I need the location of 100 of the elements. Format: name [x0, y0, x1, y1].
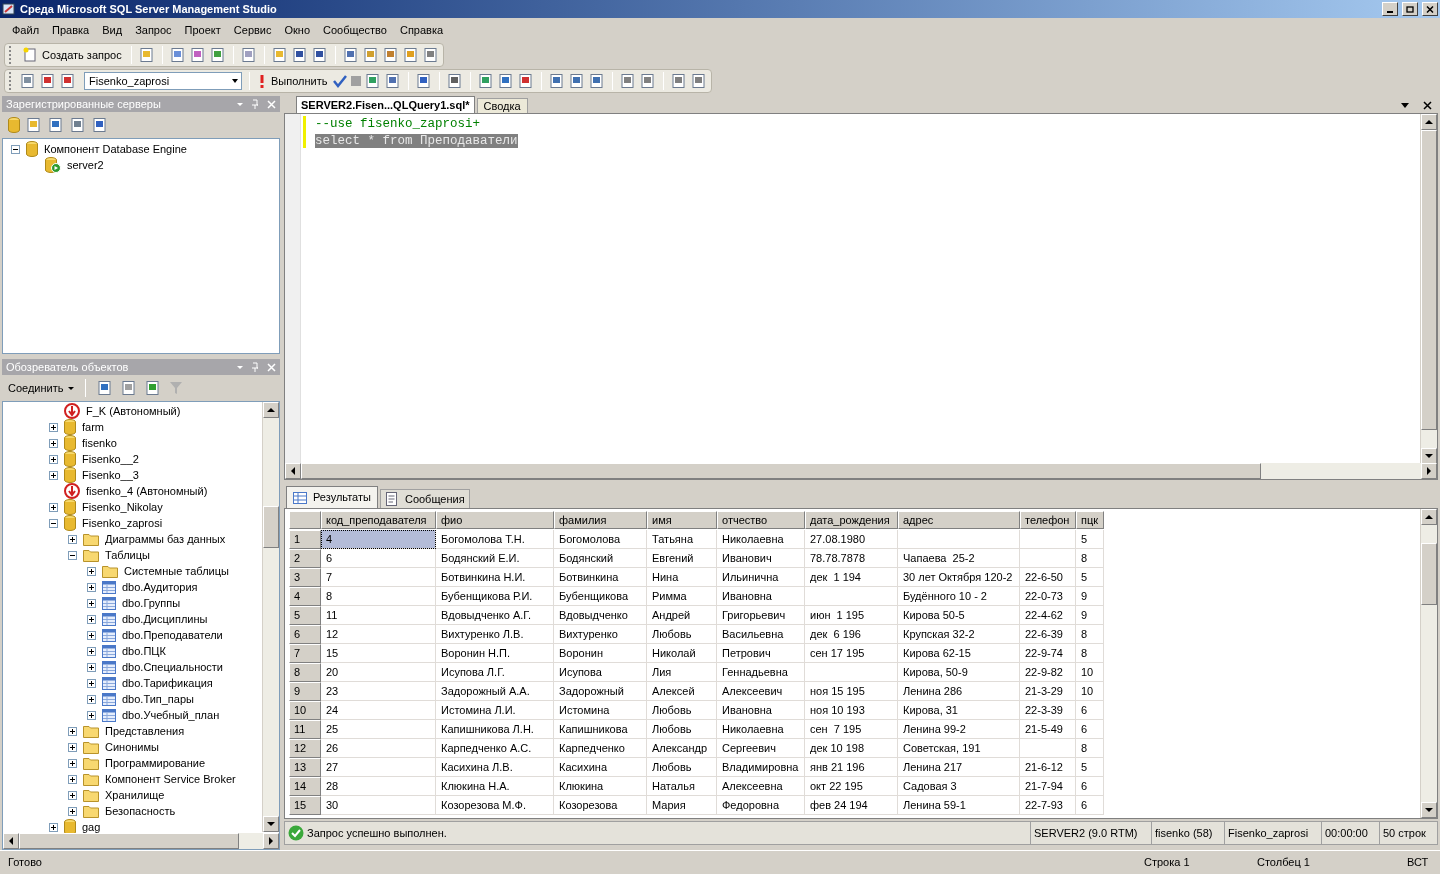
- tree-item[interactable]: dbo.Учебный_план: [122, 707, 220, 723]
- row-number[interactable]: 11: [289, 720, 321, 739]
- table-cell: 21-6-12: [1020, 758, 1076, 777]
- row-number[interactable]: 10: [289, 701, 321, 720]
- menu-item[interactable]: Правка: [46, 21, 96, 39]
- menu-item[interactable]: Файл: [6, 21, 46, 39]
- tree-item[interactable]: Диаграммы баз данных: [105, 531, 226, 547]
- table-cell: Любовь: [647, 701, 717, 720]
- menu-item[interactable]: Окно: [278, 21, 317, 39]
- column-header[interactable]: имя: [647, 511, 717, 529]
- tree-item[interactable]: dbo.Тип_пары: [122, 691, 194, 707]
- table-cell: 6: [1076, 701, 1104, 720]
- tree-item[interactable]: Системные таблицы: [124, 563, 229, 579]
- menu-item[interactable]: Вид: [96, 21, 129, 39]
- document-tab[interactable]: Сводка: [476, 98, 528, 113]
- database-name: Fisenko_zaprosi: [1224, 822, 1321, 844]
- tree-item[interactable]: gag: [82, 819, 101, 833]
- table-cell: Ботвинкина: [554, 568, 647, 587]
- tree-item[interactable]: Безопасность: [105, 803, 176, 819]
- tree-item[interactable]: dbo.Аудитория: [122, 579, 198, 595]
- row-number[interactable]: 4: [289, 587, 321, 606]
- table-cell: 30 лет Октября 120-2: [898, 568, 1020, 587]
- tree-item[interactable]: Хранилище: [105, 787, 165, 803]
- results-tab[interactable]: Результаты: [286, 486, 378, 508]
- table-cell: Александр: [647, 739, 717, 758]
- table-cell: 78.78.7878: [805, 549, 898, 568]
- row-number[interactable]: 14: [289, 777, 321, 796]
- row-number[interactable]: 5: [289, 606, 321, 625]
- table-cell: 5: [1076, 568, 1104, 587]
- table-cell: сен 7 195: [805, 720, 898, 739]
- table-cell: 27: [321, 758, 436, 777]
- column-header[interactable]: телефон: [1020, 511, 1076, 529]
- table-cell: Алексей: [647, 682, 717, 701]
- column-header[interactable]: пцк: [1076, 511, 1104, 529]
- tree-item[interactable]: Таблицы: [105, 547, 150, 563]
- column-header[interactable]: фамилия: [554, 511, 647, 529]
- column-header[interactable]: отчество: [717, 511, 805, 529]
- document-tab[interactable]: SERVER2.Fisen...QLQuery1.sql*: [296, 96, 475, 113]
- table-cell: дек 6 196: [805, 625, 898, 644]
- row-number[interactable]: 12: [289, 739, 321, 758]
- tree-item[interactable]: Компонент Service Broker: [105, 771, 236, 787]
- menu-item[interactable]: Справка: [393, 21, 450, 39]
- connect-button[interactable]: Соединить: [8, 379, 74, 397]
- row-number[interactable]: 1: [289, 530, 321, 549]
- tree-item[interactable]: Fisenko__2: [82, 451, 139, 467]
- tree-item[interactable]: dbo.Специальности: [122, 659, 223, 675]
- tree-item[interactable]: server2: [67, 157, 104, 173]
- results-tab[interactable]: Сообщения: [379, 489, 470, 508]
- tree-item[interactable]: dbo.Тарификация: [122, 675, 213, 691]
- menu-item[interactable]: Проект: [178, 21, 227, 39]
- table-cell: 25: [321, 720, 436, 739]
- row-number[interactable]: 7: [289, 644, 321, 663]
- column-header[interactable]: адрес: [898, 511, 1020, 529]
- tree-item[interactable]: F_K (Автономный): [86, 403, 181, 419]
- table-cell: Кирова, 31: [898, 701, 1020, 720]
- row-number[interactable]: 9: [289, 682, 321, 701]
- menu-item[interactable]: Сервис: [227, 21, 278, 39]
- tree-item[interactable]: Fisenko_zaprosi: [82, 515, 163, 531]
- table-cell: Бубенщикова Р.И.: [436, 587, 554, 606]
- new-query-button[interactable]: Создать запрос: [20, 46, 124, 64]
- tree-item[interactable]: dbo.Группы: [122, 595, 181, 611]
- table-cell: Клюкина Н.А.: [436, 777, 554, 796]
- table-cell: 6: [1076, 796, 1104, 815]
- table-cell: 8: [321, 587, 436, 606]
- menu-item[interactable]: Сообщество: [317, 21, 393, 39]
- table-cell: 9: [1076, 606, 1104, 625]
- table-cell: Ивановна: [717, 701, 805, 720]
- table-cell: 9: [1076, 587, 1104, 606]
- column-header[interactable]: фио: [436, 511, 554, 529]
- tree-item[interactable]: dbo.ПЦК: [122, 643, 166, 659]
- table-cell: 6: [321, 549, 436, 568]
- tree-item[interactable]: Синонимы: [105, 739, 159, 755]
- status-text: Готово: [8, 855, 43, 871]
- tree-item[interactable]: Компонент Database Engine: [44, 141, 187, 157]
- row-number[interactable]: 6: [289, 625, 321, 644]
- row-number[interactable]: 13: [289, 758, 321, 777]
- table-cell: Воронин Н.П.: [436, 644, 554, 663]
- tree-item[interactable]: dbo.Преподаватели: [122, 627, 223, 643]
- tree-item[interactable]: Программирование: [105, 755, 206, 771]
- execute-button[interactable]: Выполнить: [257, 72, 330, 90]
- tree-item[interactable]: dbo.Дисциплины: [122, 611, 208, 627]
- row-number[interactable]: 8: [289, 663, 321, 682]
- tree-item[interactable]: Представления: [105, 723, 185, 739]
- table-cell: ноя 15 195: [805, 682, 898, 701]
- column-header[interactable]: дата_рождения: [805, 511, 898, 529]
- row-number[interactable]: 3: [289, 568, 321, 587]
- row-number[interactable]: 2: [289, 549, 321, 568]
- column-header[interactable]: код_преподавателя: [321, 511, 436, 529]
- row-number[interactable]: 15: [289, 796, 321, 815]
- tree-item[interactable]: Fisenko__3: [82, 467, 139, 483]
- menu-item[interactable]: Запрос: [129, 21, 178, 39]
- database-dropdown[interactable]: Fisenko_zaprosi: [84, 72, 242, 90]
- panel-title: Обозреватель объектов: [6, 359, 130, 375]
- tree-item[interactable]: farm: [82, 419, 104, 435]
- tree-item[interactable]: fisenko: [82, 435, 117, 451]
- table-cell: Садовая 3: [898, 777, 1020, 796]
- table-cell: 21-7-94: [1020, 777, 1076, 796]
- table-cell: Козорезова М.Ф.: [436, 796, 554, 815]
- tree-item[interactable]: Fisenko_Nikolay: [82, 499, 163, 515]
- tree-item[interactable]: fisenko_4 (Автономный): [86, 483, 208, 499]
